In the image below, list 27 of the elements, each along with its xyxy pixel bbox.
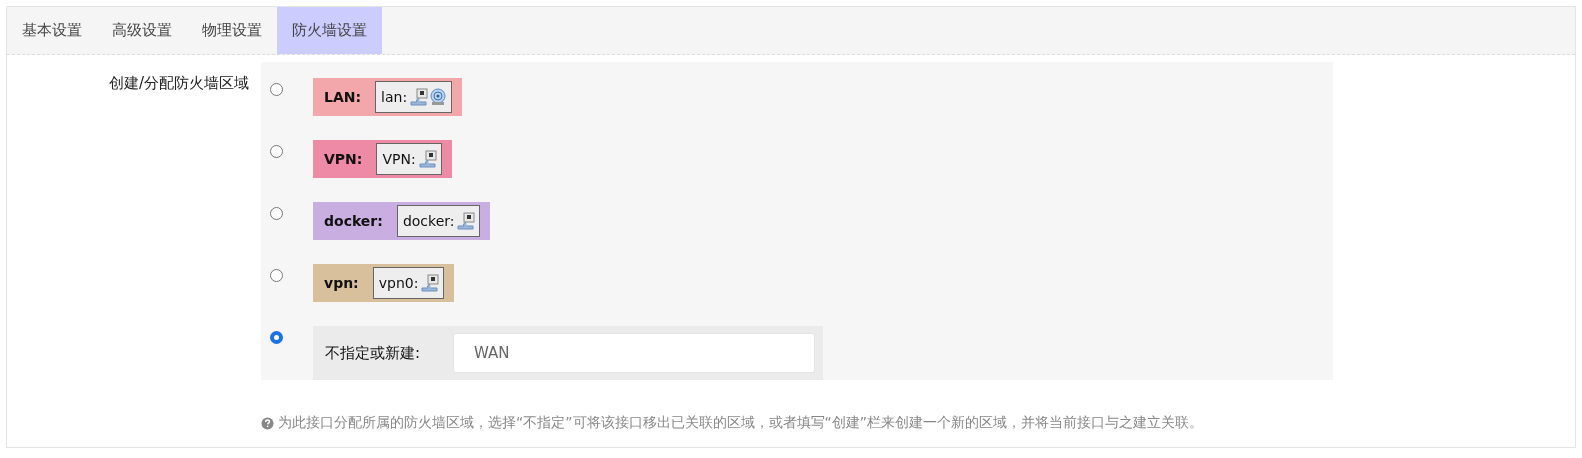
network-port-icon xyxy=(410,88,429,106)
tab[interactable]: 物理设置 xyxy=(187,7,277,54)
radio-button[interactable] xyxy=(270,83,283,96)
radio-button[interactable] xyxy=(270,207,283,220)
help-text: 为此接口分配所属的防火墙区域，选择“不指定”可将该接口移出已关联的区域，或者填写“创建”栏来创建一个新的区域，并将当前接口与之建立关联。 xyxy=(278,414,1203,432)
radio-button[interactable] xyxy=(270,145,283,158)
new-zone-label: 不指定或新建: xyxy=(325,343,422,363)
help-icon xyxy=(261,416,274,430)
tab[interactable]: 防火墙设置 xyxy=(277,7,382,54)
network-port-icon xyxy=(418,150,437,168)
network-port-icon xyxy=(421,274,440,292)
zone-name: docker: xyxy=(324,213,383,229)
wireless-icon xyxy=(429,88,448,106)
interface-name: lan: xyxy=(381,89,408,105)
field-label: 创建/分配防火墙区域 xyxy=(107,73,249,94)
network-port-icon xyxy=(457,212,476,230)
zone-name: vpn: xyxy=(324,275,359,291)
interface-name: vpn0: xyxy=(378,275,419,291)
radio-button[interactable] xyxy=(270,331,283,344)
tab[interactable]: 高级设置 xyxy=(97,7,187,54)
zone-name-input[interactable]: WAN xyxy=(453,333,815,373)
tab[interactable]: 基本设置 xyxy=(7,7,97,54)
zone-name: VPN: xyxy=(324,151,363,167)
zone-name: LAN: xyxy=(324,89,362,105)
interface-name: docker: xyxy=(402,213,455,229)
interface-name: VPN: xyxy=(382,151,416,167)
radio-button[interactable] xyxy=(270,269,283,282)
